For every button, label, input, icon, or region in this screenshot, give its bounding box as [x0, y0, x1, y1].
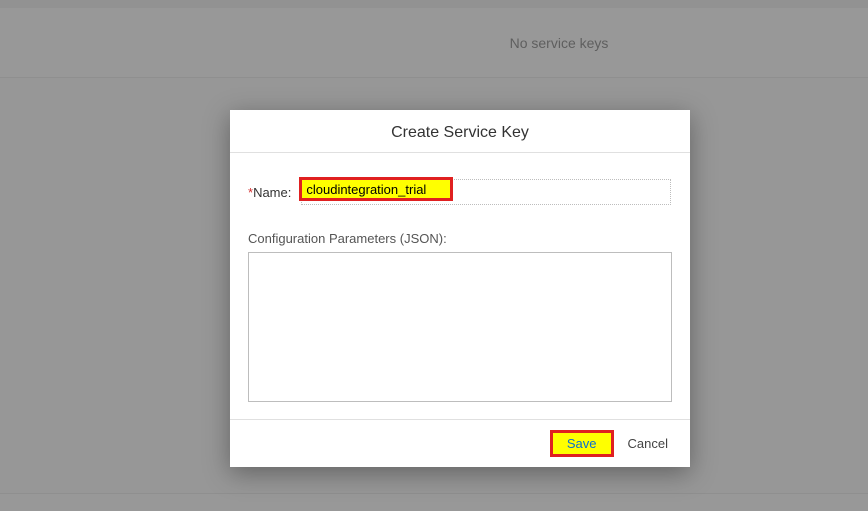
- config-params-label: Configuration Parameters (JSON):: [248, 231, 672, 246]
- dialog-footer: Save Cancel: [230, 419, 690, 467]
- save-button[interactable]: Save: [550, 430, 614, 457]
- cancel-button[interactable]: Cancel: [620, 432, 676, 455]
- name-row: *Name: cloudintegration_trial: [248, 179, 672, 205]
- dialog-title: Create Service Key: [246, 124, 674, 142]
- name-label: *Name:: [248, 185, 291, 200]
- create-service-key-dialog: Create Service Key *Name: cloudintegrati…: [230, 110, 690, 467]
- config-params-textarea[interactable]: [248, 252, 672, 402]
- name-input[interactable]: [301, 179, 671, 205]
- dialog-header: Create Service Key: [230, 110, 690, 153]
- dialog-body: *Name: cloudintegration_trial Configurat…: [230, 153, 690, 419]
